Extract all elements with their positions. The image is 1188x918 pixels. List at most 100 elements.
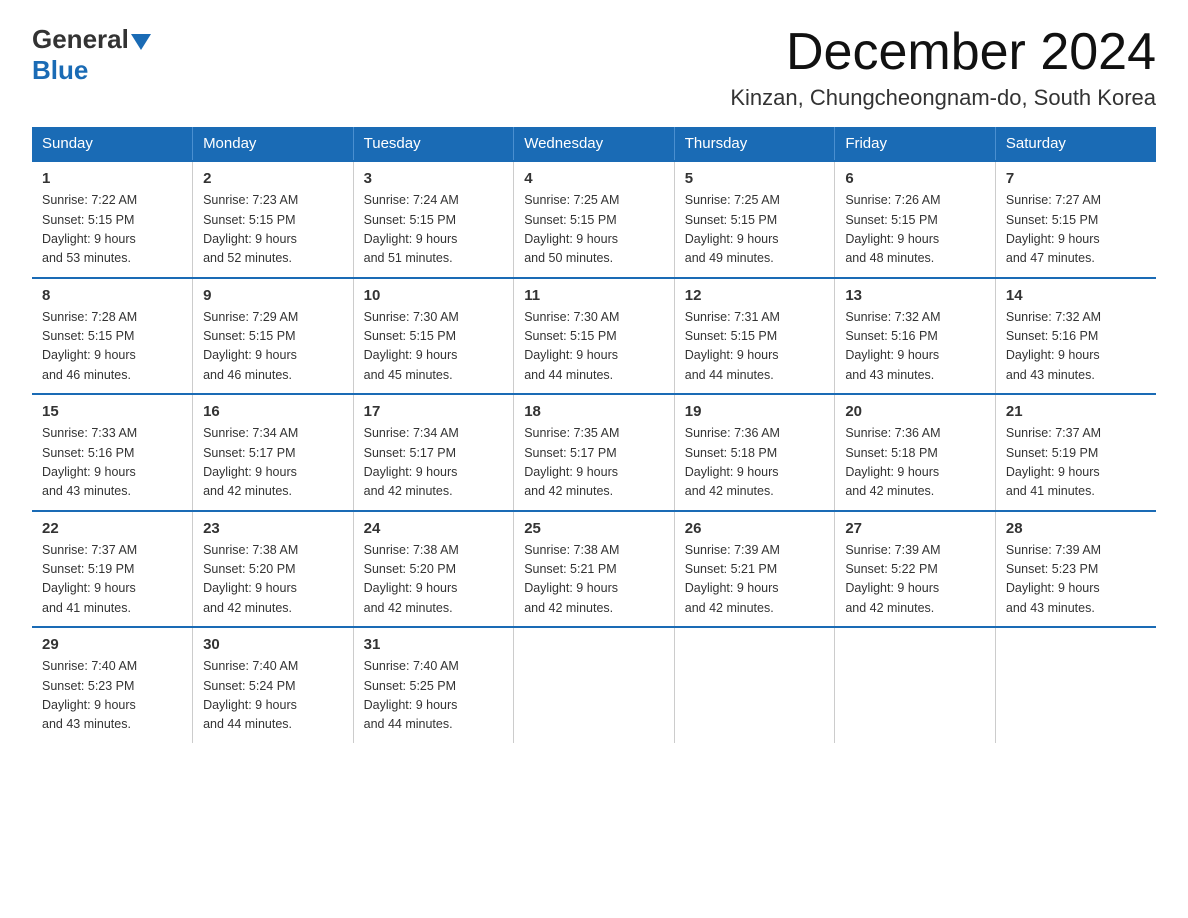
logo-blue-text: Blue <box>32 55 88 85</box>
day-info: Sunrise: 7:24 AMSunset: 5:15 PMDaylight:… <box>364 191 504 269</box>
day-number: 20 <box>845 403 985 420</box>
day-info: Sunrise: 7:40 AMSunset: 5:24 PMDaylight:… <box>203 657 343 735</box>
calendar-cell: 9Sunrise: 7:29 AMSunset: 5:15 PMDaylight… <box>193 278 354 395</box>
day-info: Sunrise: 7:38 AMSunset: 5:20 PMDaylight:… <box>364 541 504 619</box>
calendar-cell: 5 Sunrise: 7:25 AMSunset: 5:15 PMDaylight… <box>674 161 835 278</box>
calendar-cell: 16 Sunrise: 7:34 AMSunset: 5:17 PMDayligh… <box>193 394 354 511</box>
calendar-cell: 1 Sunrise: 7:22 AMSunset: 5:15 PMDaylight… <box>32 161 193 278</box>
calendar-table: SundayMondayTuesdayWednesdayThursdayFrid… <box>32 127 1156 743</box>
day-info: Sunrise: 7:30 AMSunset: 5:15 PMDaylight:… <box>524 308 664 386</box>
day-info: Sunrise: 7:33 AMSunset: 5:16 PMDaylight:… <box>42 424 182 502</box>
calendar-cell: 13 Sunrise: 7:32 AMSunset: 5:16 PMDayligh… <box>835 278 996 395</box>
day-number: 19 <box>685 403 825 420</box>
day-number: 7 <box>1006 170 1146 187</box>
calendar-cell: 15 Sunrise: 7:33 AMSunset: 5:16 PMDayligh… <box>32 394 193 511</box>
location-title: Kinzan, Chungcheongnam-do, South Korea <box>730 85 1156 111</box>
calendar-cell: 18Sunrise: 7:35 AMSunset: 5:17 PMDayligh… <box>514 394 675 511</box>
day-info: Sunrise: 7:30 AMSunset: 5:15 PMDaylight:… <box>364 308 504 386</box>
calendar-cell: 24 Sunrise: 7:38 AMSunset: 5:20 PMDayligh… <box>353 511 514 628</box>
day-number: 9 <box>203 287 343 304</box>
day-info: Sunrise: 7:40 AMSunset: 5:25 PMDaylight:… <box>364 657 504 735</box>
day-info: Sunrise: 7:34 AMSunset: 5:17 PMDaylight:… <box>203 424 343 502</box>
title-area: December 2024 Kinzan, Chungcheongnam-do,… <box>730 24 1156 111</box>
day-number: 17 <box>364 403 504 420</box>
day-number: 31 <box>364 636 504 653</box>
calendar-cell: 22 Sunrise: 7:37 AMSunset: 5:19 PMDayligh… <box>32 511 193 628</box>
day-number: 6 <box>845 170 985 187</box>
day-info: Sunrise: 7:23 AMSunset: 5:15 PMDaylight:… <box>203 191 343 269</box>
day-number: 4 <box>524 170 664 187</box>
day-info: Sunrise: 7:35 AMSunset: 5:17 PMDaylight:… <box>524 424 664 502</box>
calendar-cell: 26 Sunrise: 7:39 AMSunset: 5:21 PMDayligh… <box>674 511 835 628</box>
day-number: 29 <box>42 636 182 653</box>
day-number: 1 <box>42 170 182 187</box>
calendar-cell: 31 Sunrise: 7:40 AMSunset: 5:25 PMDayligh… <box>353 627 514 743</box>
day-number: 23 <box>203 520 343 537</box>
day-number: 10 <box>364 287 504 304</box>
day-info: Sunrise: 7:37 AMSunset: 5:19 PMDaylight:… <box>1006 424 1146 502</box>
day-info: Sunrise: 7:32 AMSunset: 5:16 PMDaylight:… <box>845 308 985 386</box>
calendar-cell: 29 Sunrise: 7:40 AMSunset: 5:23 PMDayligh… <box>32 627 193 743</box>
day-info: Sunrise: 7:34 AMSunset: 5:17 PMDaylight:… <box>364 424 504 502</box>
page-header: General Blue December 2024 Kinzan, Chung… <box>32 24 1156 111</box>
day-number: 11 <box>524 287 664 304</box>
calendar-cell: 11 Sunrise: 7:30 AMSunset: 5:15 PMDayligh… <box>514 278 675 395</box>
day-number: 21 <box>1006 403 1146 420</box>
calendar-cell: 19 Sunrise: 7:36 AMSunset: 5:18 PMDayligh… <box>674 394 835 511</box>
day-number: 22 <box>42 520 182 537</box>
calendar-cell: 28 Sunrise: 7:39 AMSunset: 5:23 PMDayligh… <box>995 511 1156 628</box>
calendar-week-row: 22 Sunrise: 7:37 AMSunset: 5:19 PMDayligh… <box>32 511 1156 628</box>
calendar-cell: 27Sunrise: 7:39 AMSunset: 5:22 PMDayligh… <box>835 511 996 628</box>
weekday-header-monday: Monday <box>193 127 354 161</box>
day-number: 28 <box>1006 520 1146 537</box>
day-number: 12 <box>685 287 825 304</box>
day-info: Sunrise: 7:39 AMSunset: 5:22 PMDaylight:… <box>845 541 985 619</box>
calendar-cell: 21 Sunrise: 7:37 AMSunset: 5:19 PMDayligh… <box>995 394 1156 511</box>
day-number: 14 <box>1006 287 1146 304</box>
day-number: 16 <box>203 403 343 420</box>
day-info: Sunrise: 7:38 AMSunset: 5:20 PMDaylight:… <box>203 541 343 619</box>
day-info: Sunrise: 7:40 AMSunset: 5:23 PMDaylight:… <box>42 657 182 735</box>
calendar-cell: 23 Sunrise: 7:38 AMSunset: 5:20 PMDayligh… <box>193 511 354 628</box>
calendar-cell <box>835 627 996 743</box>
day-info: Sunrise: 7:39 AMSunset: 5:21 PMDaylight:… <box>685 541 825 619</box>
day-number: 30 <box>203 636 343 653</box>
day-number: 24 <box>364 520 504 537</box>
day-number: 8 <box>42 287 182 304</box>
weekday-header-tuesday: Tuesday <box>353 127 514 161</box>
calendar-cell: 6 Sunrise: 7:26 AMSunset: 5:15 PMDaylight… <box>835 161 996 278</box>
day-info: Sunrise: 7:37 AMSunset: 5:19 PMDaylight:… <box>42 541 182 619</box>
calendar-cell: 17 Sunrise: 7:34 AMSunset: 5:17 PMDayligh… <box>353 394 514 511</box>
day-info: Sunrise: 7:26 AMSunset: 5:15 PMDaylight:… <box>845 191 985 269</box>
day-number: 25 <box>524 520 664 537</box>
day-number: 5 <box>685 170 825 187</box>
calendar-cell <box>995 627 1156 743</box>
calendar-cell: 8 Sunrise: 7:28 AMSunset: 5:15 PMDaylight… <box>32 278 193 395</box>
day-number: 15 <box>42 403 182 420</box>
calendar-cell: 7 Sunrise: 7:27 AMSunset: 5:15 PMDaylight… <box>995 161 1156 278</box>
calendar-cell: 20 Sunrise: 7:36 AMSunset: 5:18 PMDayligh… <box>835 394 996 511</box>
day-info: Sunrise: 7:39 AMSunset: 5:23 PMDaylight:… <box>1006 541 1146 619</box>
calendar-week-row: 29 Sunrise: 7:40 AMSunset: 5:23 PMDayligh… <box>32 627 1156 743</box>
day-number: 13 <box>845 287 985 304</box>
calendar-cell: 2Sunrise: 7:23 AMSunset: 5:15 PMDaylight… <box>193 161 354 278</box>
day-info: Sunrise: 7:36 AMSunset: 5:18 PMDaylight:… <box>845 424 985 502</box>
calendar-week-row: 1 Sunrise: 7:22 AMSunset: 5:15 PMDaylight… <box>32 161 1156 278</box>
logo-arrow-icon <box>131 34 151 50</box>
day-info: Sunrise: 7:22 AMSunset: 5:15 PMDaylight:… <box>42 191 182 269</box>
calendar-cell: 10 Sunrise: 7:30 AMSunset: 5:15 PMDayligh… <box>353 278 514 395</box>
day-info: Sunrise: 7:25 AMSunset: 5:15 PMDaylight:… <box>685 191 825 269</box>
calendar-cell: 25Sunrise: 7:38 AMSunset: 5:21 PMDayligh… <box>514 511 675 628</box>
weekday-header-sunday: Sunday <box>32 127 193 161</box>
day-info: Sunrise: 7:32 AMSunset: 5:16 PMDaylight:… <box>1006 308 1146 386</box>
day-info: Sunrise: 7:27 AMSunset: 5:15 PMDaylight:… <box>1006 191 1146 269</box>
calendar-week-row: 8 Sunrise: 7:28 AMSunset: 5:15 PMDaylight… <box>32 278 1156 395</box>
calendar-cell <box>674 627 835 743</box>
weekday-header-friday: Friday <box>835 127 996 161</box>
weekday-header-wednesday: Wednesday <box>514 127 675 161</box>
day-info: Sunrise: 7:36 AMSunset: 5:18 PMDaylight:… <box>685 424 825 502</box>
day-number: 26 <box>685 520 825 537</box>
day-info: Sunrise: 7:31 AMSunset: 5:15 PMDaylight:… <box>685 308 825 386</box>
day-info: Sunrise: 7:28 AMSunset: 5:15 PMDaylight:… <box>42 308 182 386</box>
calendar-week-row: 15 Sunrise: 7:33 AMSunset: 5:16 PMDayligh… <box>32 394 1156 511</box>
